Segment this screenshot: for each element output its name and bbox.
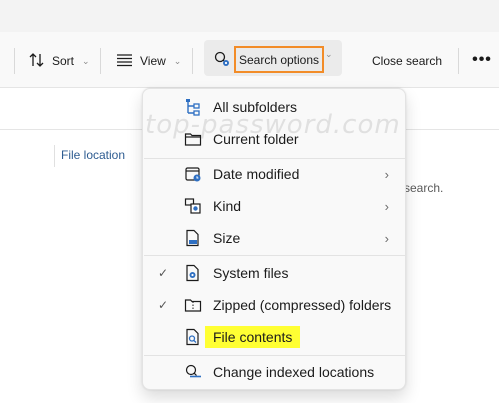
- view-icon: [116, 53, 134, 70]
- chevron-down-icon: ⌄: [325, 49, 333, 59]
- menu-item-label: Date modified: [213, 166, 300, 182]
- menu-item-label: Zipped (compressed) folders: [213, 297, 392, 313]
- view-label: View: [140, 54, 166, 68]
- search-options-label[interactable]: Search options: [234, 46, 324, 73]
- system-file-icon: [184, 264, 202, 282]
- watermark: top-password.com: [145, 110, 401, 140]
- menu-item-label: System files: [213, 265, 289, 281]
- chevron-down-icon: ⌄: [82, 55, 90, 66]
- menu-item-file-contents[interactable]: File contents: [143, 321, 405, 353]
- chevron-right-icon: ›: [384, 198, 389, 214]
- menu-item-label: File contents: [205, 326, 301, 348]
- menu-item-date-modified[interactable]: Date modified ›: [143, 158, 405, 190]
- search-options-icon: [213, 50, 231, 71]
- kind-icon: [184, 197, 202, 215]
- toolbar-divider: [458, 48, 459, 74]
- sort-label: Sort: [52, 54, 75, 68]
- sort-button[interactable]: Sort ⌄: [28, 44, 90, 78]
- toolbar-divider: [192, 48, 193, 74]
- menu-item-label: Kind: [213, 198, 242, 214]
- file-search-icon: [184, 328, 202, 346]
- menu-item-zipped-folders[interactable]: ✓ Zipped (compressed) folders: [143, 289, 405, 321]
- menu-item-system-files[interactable]: ✓ System files: [143, 257, 405, 289]
- check-icon: ✓: [157, 266, 169, 280]
- zipped-folder-icon: [184, 296, 202, 314]
- menu-item-kind[interactable]: Kind ›: [143, 190, 405, 222]
- empty-search-text: search.: [404, 181, 444, 195]
- close-search-button[interactable]: Close search: [372, 44, 442, 78]
- view-button[interactable]: View ⌄: [116, 44, 181, 78]
- toolbar-divider: [100, 48, 101, 74]
- column-header-file-location[interactable]: File location: [54, 145, 125, 167]
- chevron-down-icon: ⌄: [173, 55, 182, 66]
- menu-item-label: Size: [213, 230, 241, 246]
- chevron-right-icon: ›: [384, 230, 389, 246]
- close-search-label: Close search: [372, 54, 443, 68]
- more-options-button[interactable]: •••: [470, 48, 494, 72]
- menu-item-label: Change indexed locations: [213, 364, 375, 380]
- window-titlebar: [0, 0, 499, 32]
- check-icon: ✓: [157, 298, 169, 312]
- indexed-locations-icon: [184, 363, 202, 381]
- size-icon: [184, 229, 202, 247]
- menu-divider: [144, 255, 406, 256]
- sort-icon: [28, 52, 46, 71]
- menu-item-change-indexed-locations[interactable]: Change indexed locations: [143, 356, 405, 388]
- calendar-icon: [184, 165, 202, 183]
- menu-item-size[interactable]: Size ›: [143, 222, 405, 254]
- chevron-right-icon: ›: [384, 166, 389, 182]
- toolbar-divider: [14, 48, 15, 74]
